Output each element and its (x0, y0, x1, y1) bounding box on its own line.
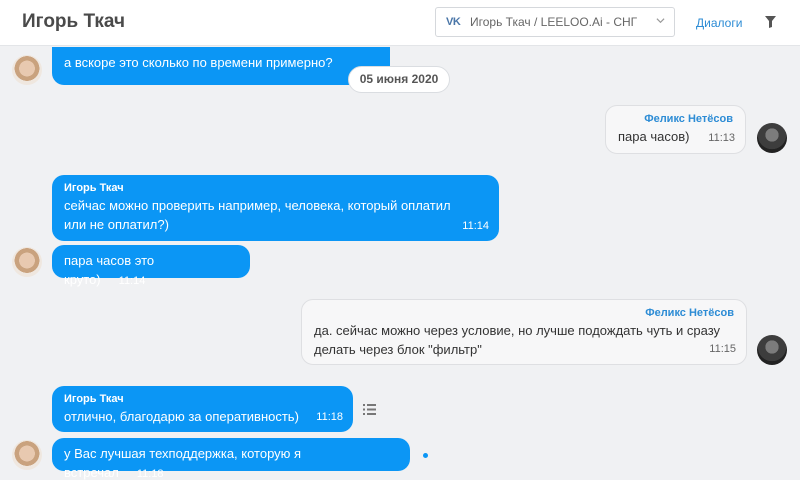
dialogs-link[interactable]: Диалоги (696, 16, 742, 30)
message-time: 11:14 (462, 220, 489, 232)
chat-history[interactable]: а вскоре это сколько по времени примерно… (0, 47, 800, 480)
avatar (757, 123, 787, 153)
message-time: 11:18 (316, 411, 343, 423)
avatar (12, 247, 42, 277)
message-text: а вскоре это сколько по времени примерно… (64, 55, 333, 70)
message-time: 11:15 (709, 343, 736, 355)
message-text: сейчас можно проверить например, человек… (64, 198, 451, 232)
filter-icon[interactable] (765, 16, 776, 28)
message-sender: Феликс Нетёсов (645, 307, 734, 319)
message-time: 11:14 (118, 275, 146, 287)
message-bubble: Игорь Ткач сейчас можно проверить наприм… (52, 175, 499, 241)
avatar (757, 335, 787, 365)
message-sender: Игорь Ткач (64, 182, 124, 194)
page-title: Игорь Ткач (22, 11, 126, 32)
message-bubble: пара часов это круто) 11:14 (52, 245, 250, 287)
message-bubble: Феликс Нетёсов пара часов) 11:13 (605, 105, 746, 154)
channel-selector[interactable]: VK Игорь Ткач / LEELOO.Ai - СНГ (435, 7, 675, 37)
chevron-down-icon (656, 18, 665, 24)
message-time: 11:18 (136, 468, 164, 480)
message-text: у Вас лучшая техподдержка, которую я вст… (64, 446, 302, 480)
avatar (12, 55, 42, 85)
message-text: отлично, благодарю за оперативность) (64, 409, 299, 424)
message-sender: Феликс Нетёсов (644, 113, 733, 125)
list-icon[interactable] (363, 404, 376, 415)
message-bubble: Игорь Ткач отлично, благодарю за операти… (52, 386, 353, 432)
message-text: да. сейчас можно через условие, но лучше… (314, 323, 721, 357)
avatar (12, 440, 42, 470)
message-bubble: у Вас лучшая техподдержка, которую я вст… (52, 438, 410, 480)
message-bubble: Феликс Нетёсов да. сейчас можно через ус… (301, 299, 747, 365)
vk-icon: VK (446, 16, 461, 28)
message-bubble: а вскоре это сколько по времени примерно… (52, 47, 390, 85)
chat-header: Игорь Ткач VK Игорь Ткач / LEELOO.Ai - С… (0, 0, 800, 46)
message-time: 11:13 (708, 132, 735, 144)
channel-selector-value: Игорь Ткач / LEELOO.Ai - СНГ (470, 15, 638, 29)
message-sender: Игорь Ткач (64, 393, 124, 405)
status-indicator (423, 453, 428, 458)
date-separator: 05 июня 2020 (348, 66, 450, 93)
